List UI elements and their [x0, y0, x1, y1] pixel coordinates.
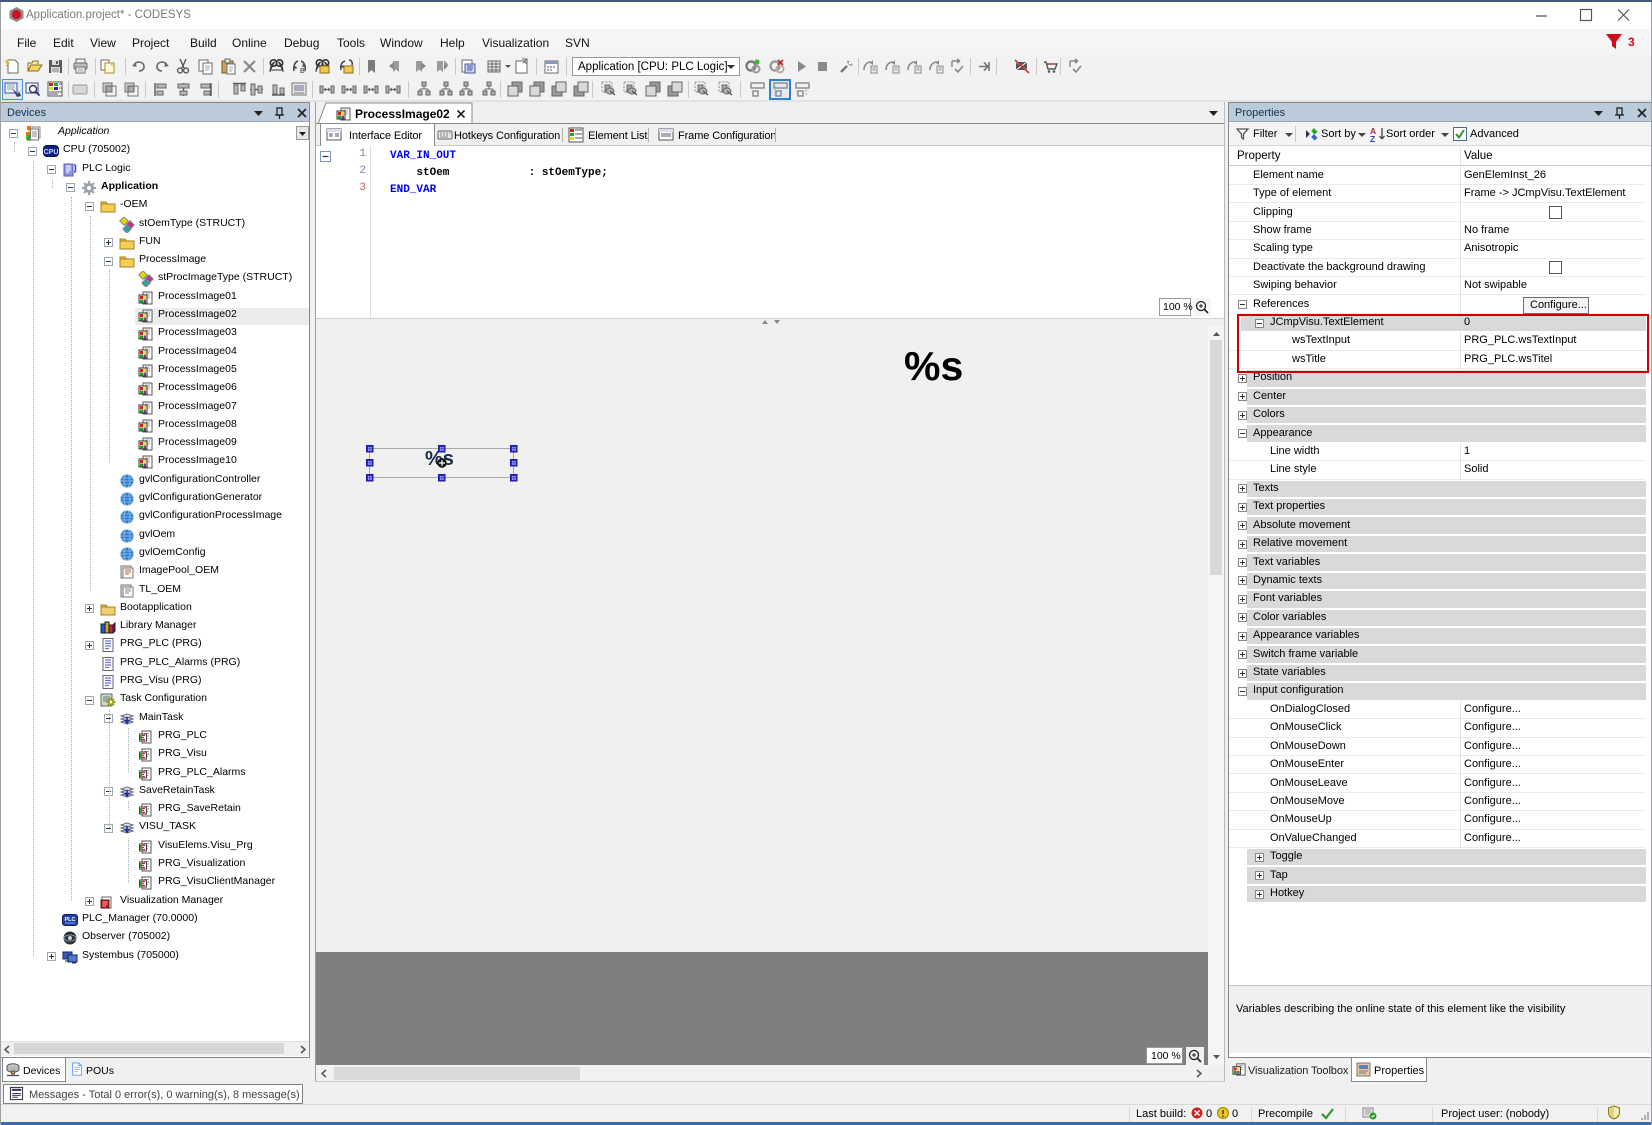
svg-text:B: B — [300, 68, 305, 75]
svg-text:3: 3 — [1628, 35, 1635, 49]
svg-text:PLC: PLC — [65, 917, 76, 923]
svg-text:CPU: CPU — [44, 149, 59, 156]
svg-text:Z: Z — [1370, 134, 1375, 143]
